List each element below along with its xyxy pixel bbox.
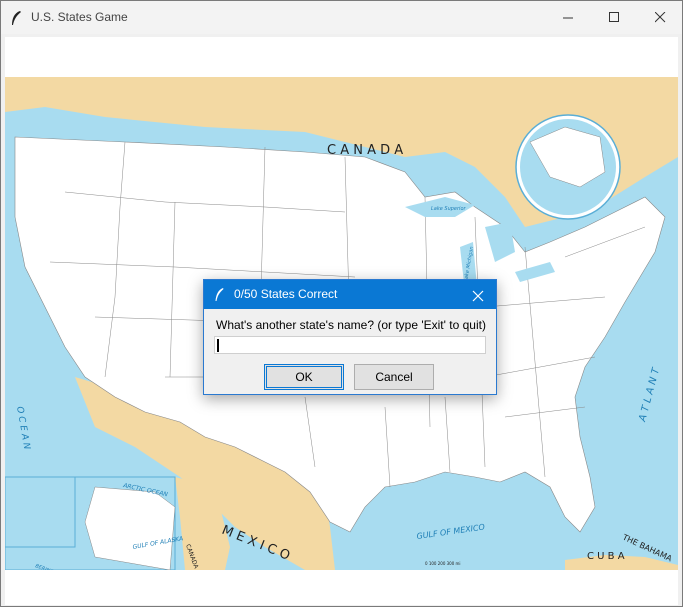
maximize-icon: [608, 12, 619, 22]
dialog-prompt: What's another state's name? (or type 'E…: [216, 318, 486, 332]
dialog-close-button[interactable]: [468, 284, 488, 307]
main-window: U.S. States Game C A N A D A M E X I C O…: [0, 0, 683, 607]
window-title: U.S. States Game: [31, 10, 128, 24]
text-caret: [217, 339, 219, 352]
minimize-button[interactable]: [545, 1, 591, 34]
state-name-input[interactable]: [214, 336, 486, 354]
dialog-title-bar[interactable]: 0/50 States Correct: [204, 280, 496, 309]
cancel-button[interactable]: Cancel: [354, 364, 434, 390]
maximize-button[interactable]: [591, 1, 637, 34]
close-button[interactable]: [637, 1, 683, 34]
feather-icon: [12, 11, 21, 25]
feather-icon: [215, 288, 224, 301]
svg-text:0 100 200 300 km: 0 100 200 300 km: [425, 77, 462, 78]
svg-text:C U B A: C U B A: [587, 551, 625, 562]
title-bar[interactable]: U.S. States Game: [1, 1, 682, 34]
canada-label: C A N A D A: [327, 143, 403, 158]
svg-text:Lake Superior: Lake Superior: [431, 206, 467, 212]
svg-text:0 100 200 300 mi: 0 100 200 300 mi: [425, 561, 461, 566]
ok-button[interactable]: OK: [264, 364, 344, 390]
minimize-icon: [562, 17, 573, 19]
state-input-dialog: 0/50 States Correct What's another state…: [203, 279, 497, 395]
close-icon: [654, 12, 665, 23]
close-icon: [472, 290, 484, 302]
dialog-title: 0/50 States Correct: [234, 287, 338, 301]
